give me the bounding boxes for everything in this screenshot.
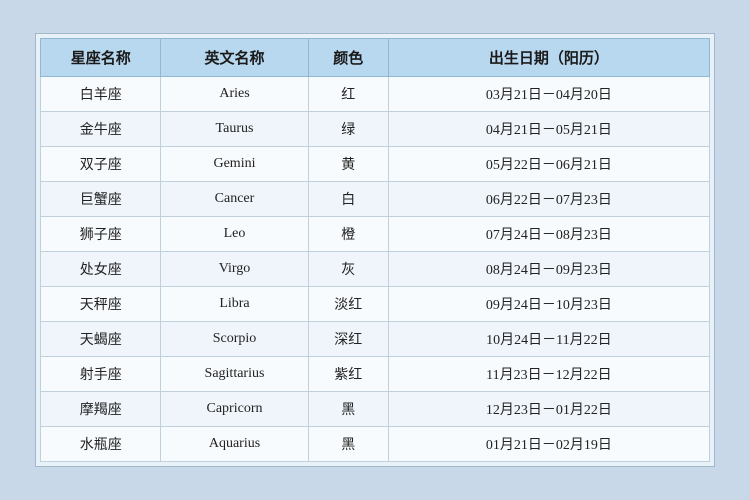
- cell-en: Scorpio: [161, 322, 308, 357]
- cell-en: Libra: [161, 287, 308, 322]
- cell-date: 04月21日－05月21日: [388, 112, 709, 147]
- cell-zh: 射手座: [41, 357, 161, 392]
- header-en: 英文名称: [161, 39, 308, 77]
- cell-color: 黑: [308, 427, 388, 462]
- cell-zh: 天蝎座: [41, 322, 161, 357]
- cell-color: 灰: [308, 252, 388, 287]
- cell-en: Aries: [161, 77, 308, 112]
- header-zh: 星座名称: [41, 39, 161, 77]
- cell-zh: 处女座: [41, 252, 161, 287]
- table-row: 处女座Virgo灰08月24日－09月23日: [41, 252, 710, 287]
- table-row: 天秤座Libra淡红09月24日－10月23日: [41, 287, 710, 322]
- table-row: 摩羯座Capricorn黑12月23日－01月22日: [41, 392, 710, 427]
- zodiac-table-container: 星座名称 英文名称 颜色 出生日期（阳历） 白羊座Aries红03月21日－04…: [35, 33, 715, 467]
- cell-zh: 摩羯座: [41, 392, 161, 427]
- table-row: 水瓶座Aquarius黑01月21日－02月19日: [41, 427, 710, 462]
- table-row: 白羊座Aries红03月21日－04月20日: [41, 77, 710, 112]
- cell-zh: 巨蟹座: [41, 182, 161, 217]
- table-body: 白羊座Aries红03月21日－04月20日金牛座Taurus绿04月21日－0…: [41, 77, 710, 462]
- cell-color: 红: [308, 77, 388, 112]
- cell-en: Virgo: [161, 252, 308, 287]
- cell-date: 08月24日－09月23日: [388, 252, 709, 287]
- cell-date: 05月22日－06月21日: [388, 147, 709, 182]
- table-row: 双子座Gemini黄05月22日－06月21日: [41, 147, 710, 182]
- cell-en: Aquarius: [161, 427, 308, 462]
- cell-date: 11月23日－12月22日: [388, 357, 709, 392]
- cell-date: 03月21日－04月20日: [388, 77, 709, 112]
- cell-zh: 水瓶座: [41, 427, 161, 462]
- cell-zh: 双子座: [41, 147, 161, 182]
- cell-color: 白: [308, 182, 388, 217]
- cell-en: Leo: [161, 217, 308, 252]
- cell-en: Sagittarius: [161, 357, 308, 392]
- table-row: 射手座Sagittarius紫红11月23日－12月22日: [41, 357, 710, 392]
- cell-zh: 白羊座: [41, 77, 161, 112]
- cell-en: Taurus: [161, 112, 308, 147]
- cell-date: 07月24日－08月23日: [388, 217, 709, 252]
- cell-zh: 天秤座: [41, 287, 161, 322]
- cell-zh: 狮子座: [41, 217, 161, 252]
- cell-date: 09月24日－10月23日: [388, 287, 709, 322]
- zodiac-table: 星座名称 英文名称 颜色 出生日期（阳历） 白羊座Aries红03月21日－04…: [40, 38, 710, 462]
- cell-en: Cancer: [161, 182, 308, 217]
- cell-color: 淡红: [308, 287, 388, 322]
- cell-date: 10月24日－11月22日: [388, 322, 709, 357]
- cell-color: 黄: [308, 147, 388, 182]
- header-date: 出生日期（阳历）: [388, 39, 709, 77]
- cell-date: 01月21日－02月19日: [388, 427, 709, 462]
- table-row: 天蝎座Scorpio深红10月24日－11月22日: [41, 322, 710, 357]
- table-row: 巨蟹座Cancer白06月22日－07月23日: [41, 182, 710, 217]
- cell-zh: 金牛座: [41, 112, 161, 147]
- header-color: 颜色: [308, 39, 388, 77]
- cell-color: 紫红: [308, 357, 388, 392]
- cell-en: Gemini: [161, 147, 308, 182]
- cell-en: Capricorn: [161, 392, 308, 427]
- cell-color: 橙: [308, 217, 388, 252]
- cell-date: 12月23日－01月22日: [388, 392, 709, 427]
- table-row: 狮子座Leo橙07月24日－08月23日: [41, 217, 710, 252]
- table-row: 金牛座Taurus绿04月21日－05月21日: [41, 112, 710, 147]
- cell-color: 深红: [308, 322, 388, 357]
- table-header-row: 星座名称 英文名称 颜色 出生日期（阳历）: [41, 39, 710, 77]
- cell-date: 06月22日－07月23日: [388, 182, 709, 217]
- cell-color: 绿: [308, 112, 388, 147]
- cell-color: 黑: [308, 392, 388, 427]
